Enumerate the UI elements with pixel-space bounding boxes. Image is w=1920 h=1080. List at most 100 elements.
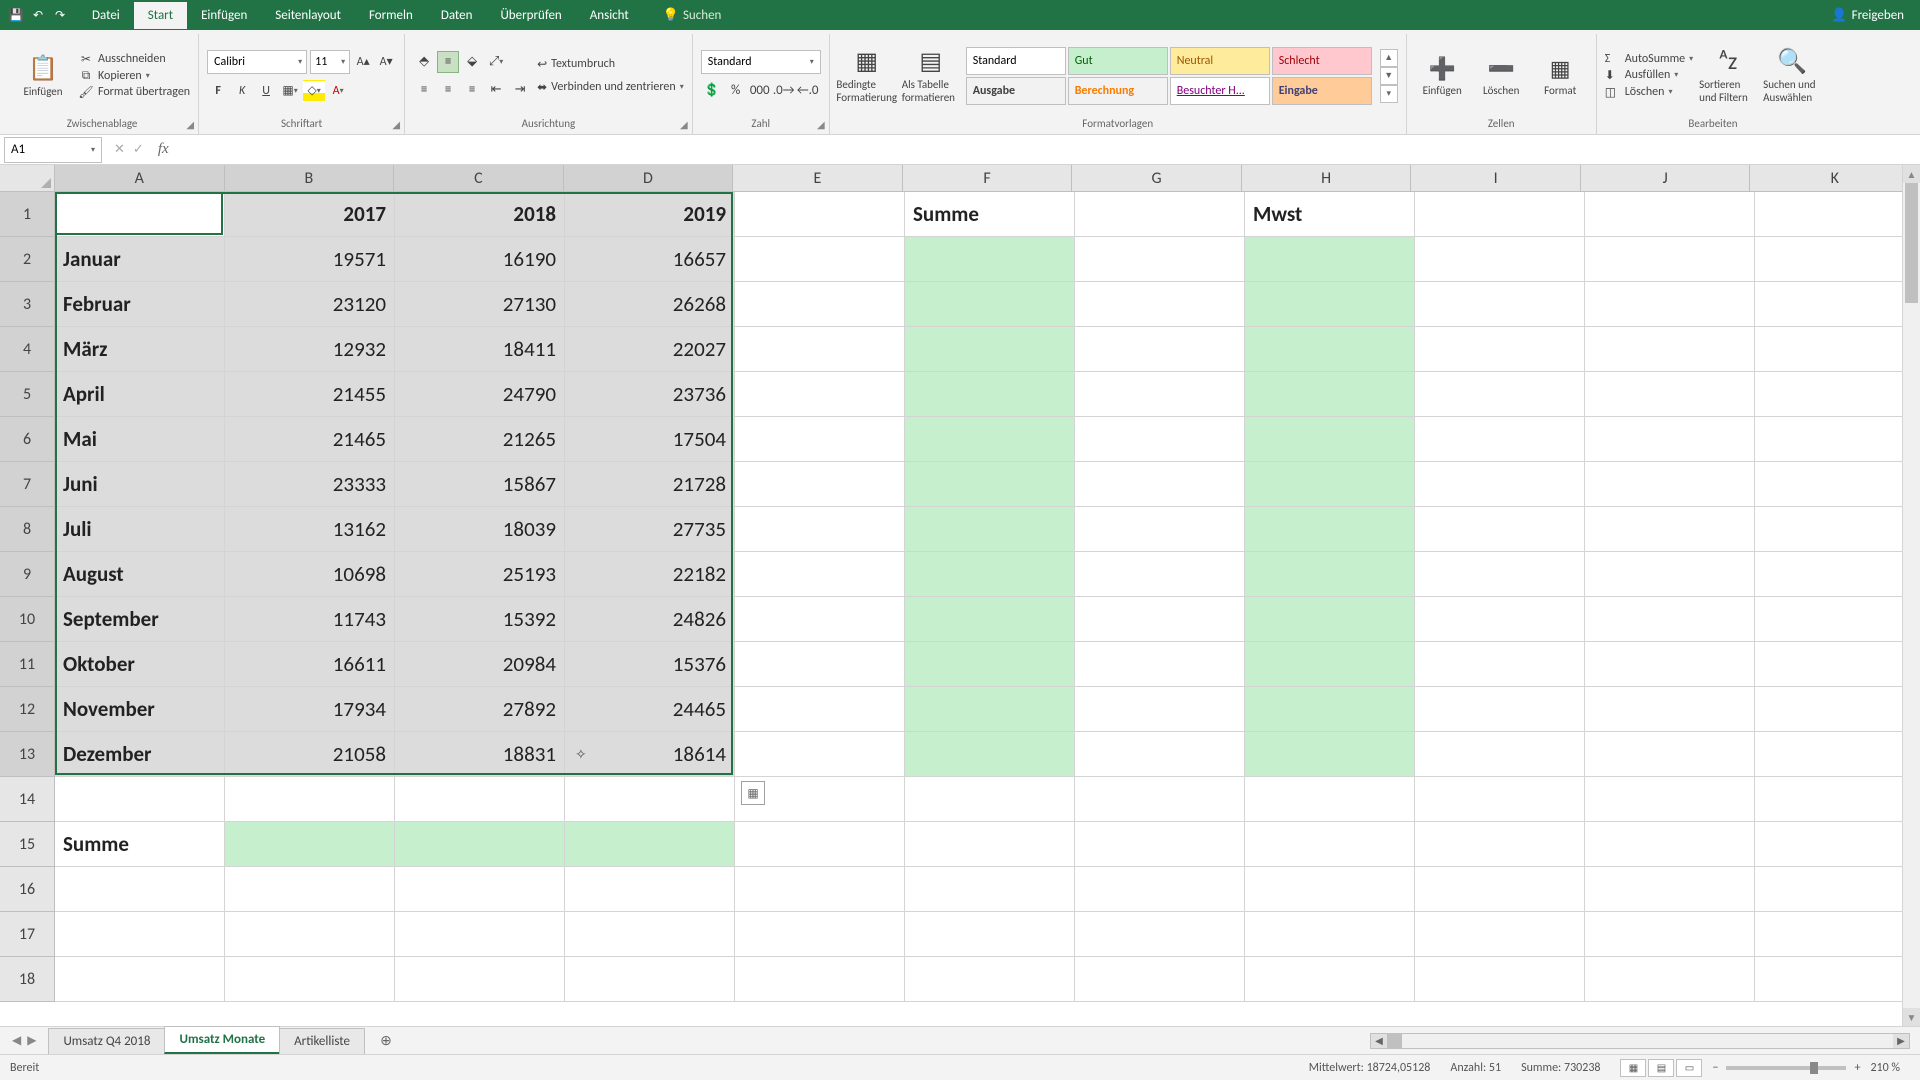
decrease-indent-button[interactable]: ⇤ (485, 79, 507, 101)
cell-J17[interactable] (1585, 912, 1755, 957)
vertical-scrollbar[interactable]: ▲ ▼ (1902, 165, 1920, 1026)
border-button[interactable]: ▦▾ (279, 80, 301, 102)
cell-K6[interactable] (1755, 417, 1920, 462)
cell-F6[interactable] (905, 417, 1075, 462)
cell-K16[interactable] (1755, 867, 1920, 912)
cell-D13[interactable]: 18614 (565, 732, 735, 777)
font-color-button[interactable]: A▾ (327, 80, 349, 102)
row-header-10[interactable]: 10 (0, 597, 55, 642)
cell-A18[interactable] (55, 957, 225, 1002)
cell-E17[interactable] (735, 912, 905, 957)
column-header-E[interactable]: E (733, 165, 903, 192)
cell-E18[interactable] (735, 957, 905, 1002)
cell-B8[interactable]: 13162 (225, 507, 395, 552)
cell-J15[interactable] (1585, 822, 1755, 867)
fx-icon[interactable]: fx (152, 141, 175, 158)
cell-I8[interactable] (1415, 507, 1585, 552)
cell-J13[interactable] (1585, 732, 1755, 777)
column-header-I[interactable]: I (1411, 165, 1581, 192)
cell-A11[interactable]: Oktober (55, 642, 225, 687)
cell-H6[interactable] (1245, 417, 1415, 462)
font-size-combo[interactable]: 11▾ (310, 50, 350, 74)
column-header-F[interactable]: F (903, 165, 1073, 192)
cell-I12[interactable] (1415, 687, 1585, 732)
align-center-button[interactable]: ≡ (437, 79, 459, 101)
cell-J12[interactable] (1585, 687, 1755, 732)
cell-C18[interactable] (395, 957, 565, 1002)
cell-F12[interactable] (905, 687, 1075, 732)
cell-E3[interactable] (735, 282, 905, 327)
cell-B11[interactable]: 16611 (225, 642, 395, 687)
find-select-button[interactable]: 🔍Suchen und Auswählen (1763, 47, 1821, 104)
save-icon[interactable]: 💾 (8, 7, 24, 23)
select-all-corner[interactable] (0, 165, 55, 192)
cell-J11[interactable] (1585, 642, 1755, 687)
scroll-up-icon[interactable]: ▲ (1903, 165, 1920, 183)
underline-button[interactable]: U (255, 80, 277, 102)
cell-C14[interactable] (395, 777, 565, 822)
cell-K1[interactable] (1755, 192, 1920, 237)
cell-D10[interactable]: 24826 (565, 597, 735, 642)
cell-D9[interactable]: 22182 (565, 552, 735, 597)
cell-I17[interactable] (1415, 912, 1585, 957)
cell-B17[interactable] (225, 912, 395, 957)
tell-me-search[interactable]: 💡 Suchen (663, 8, 722, 23)
row-header-3[interactable]: 3 (0, 282, 55, 327)
style-gut[interactable]: Gut (1068, 47, 1168, 75)
increase-decimal-button[interactable]: .0→ (773, 80, 795, 102)
cell-B4[interactable]: 12932 (225, 327, 395, 372)
cell-D4[interactable]: 22027 (565, 327, 735, 372)
cell-K9[interactable] (1755, 552, 1920, 597)
cell-C13[interactable]: 18831 (395, 732, 565, 777)
cell-F17[interactable] (905, 912, 1075, 957)
cell-K12[interactable] (1755, 687, 1920, 732)
cell-A14[interactable] (55, 777, 225, 822)
cancel-formula-icon[interactable]: ✕ (114, 142, 125, 157)
cell-I10[interactable] (1415, 597, 1585, 642)
delete-cells-button[interactable]: ➖Löschen (1474, 55, 1529, 97)
cell-E11[interactable] (735, 642, 905, 687)
increase-indent-button[interactable]: ⇥ (509, 79, 531, 101)
scroll-down-icon[interactable]: ▼ (1903, 1008, 1920, 1026)
row-header-12[interactable]: 12 (0, 687, 55, 732)
row-header-15[interactable]: 15 (0, 822, 55, 867)
cell-B1[interactable]: 2017 (225, 192, 395, 237)
cell-I9[interactable] (1415, 552, 1585, 597)
cell-H3[interactable] (1245, 282, 1415, 327)
style-ausgabe[interactable]: Ausgabe (966, 77, 1066, 105)
autosum-button[interactable]: ΣAutoSumme ▾ (1605, 52, 1693, 66)
number-launcher-icon[interactable]: ◢ (817, 118, 825, 131)
grow-font-button[interactable]: A▴ (353, 52, 373, 72)
cell-H5[interactable] (1245, 372, 1415, 417)
font-name-combo[interactable]: Calibri▾ (207, 50, 307, 74)
style-eingabe[interactable]: Eingabe (1272, 77, 1372, 105)
zoom-level[interactable]: 210 % (1860, 1061, 1910, 1075)
vscroll-thumb[interactable] (1905, 183, 1918, 303)
view-normal-button[interactable]: ▦ (1620, 1059, 1646, 1077)
cell-A3[interactable]: Februar (55, 282, 225, 327)
cell-J5[interactable] (1585, 372, 1755, 417)
cell-A5[interactable]: April (55, 372, 225, 417)
cell-K15[interactable] (1755, 822, 1920, 867)
row-header-8[interactable]: 8 (0, 507, 55, 552)
row-header-5[interactable]: 5 (0, 372, 55, 417)
sheet-tab-umsatz-monate[interactable]: Umsatz Monate (164, 1026, 280, 1054)
italic-button[interactable]: K (231, 80, 253, 102)
cell-K7[interactable] (1755, 462, 1920, 507)
cell-styles-gallery[interactable]: Standard Gut Neutral Schlecht Ausgabe Be… (966, 47, 1372, 105)
cell-H7[interactable] (1245, 462, 1415, 507)
row-header-13[interactable]: 13 (0, 732, 55, 777)
cell-D5[interactable]: 23736 (565, 372, 735, 417)
cell-C17[interactable] (395, 912, 565, 957)
cell-E16[interactable] (735, 867, 905, 912)
cell-B7[interactable]: 23333 (225, 462, 395, 507)
bold-button[interactable]: F (207, 80, 229, 102)
format-cells-button[interactable]: ▦Format (1533, 55, 1588, 97)
cell-C11[interactable]: 20984 (395, 642, 565, 687)
column-header-D[interactable]: D (564, 165, 734, 192)
percent-button[interactable]: % (725, 80, 747, 102)
cell-H2[interactable] (1245, 237, 1415, 282)
row-header-14[interactable]: 14 (0, 777, 55, 822)
clear-button[interactable]: ◫Löschen ▾ (1605, 85, 1693, 100)
cell-D15[interactable] (565, 822, 735, 867)
